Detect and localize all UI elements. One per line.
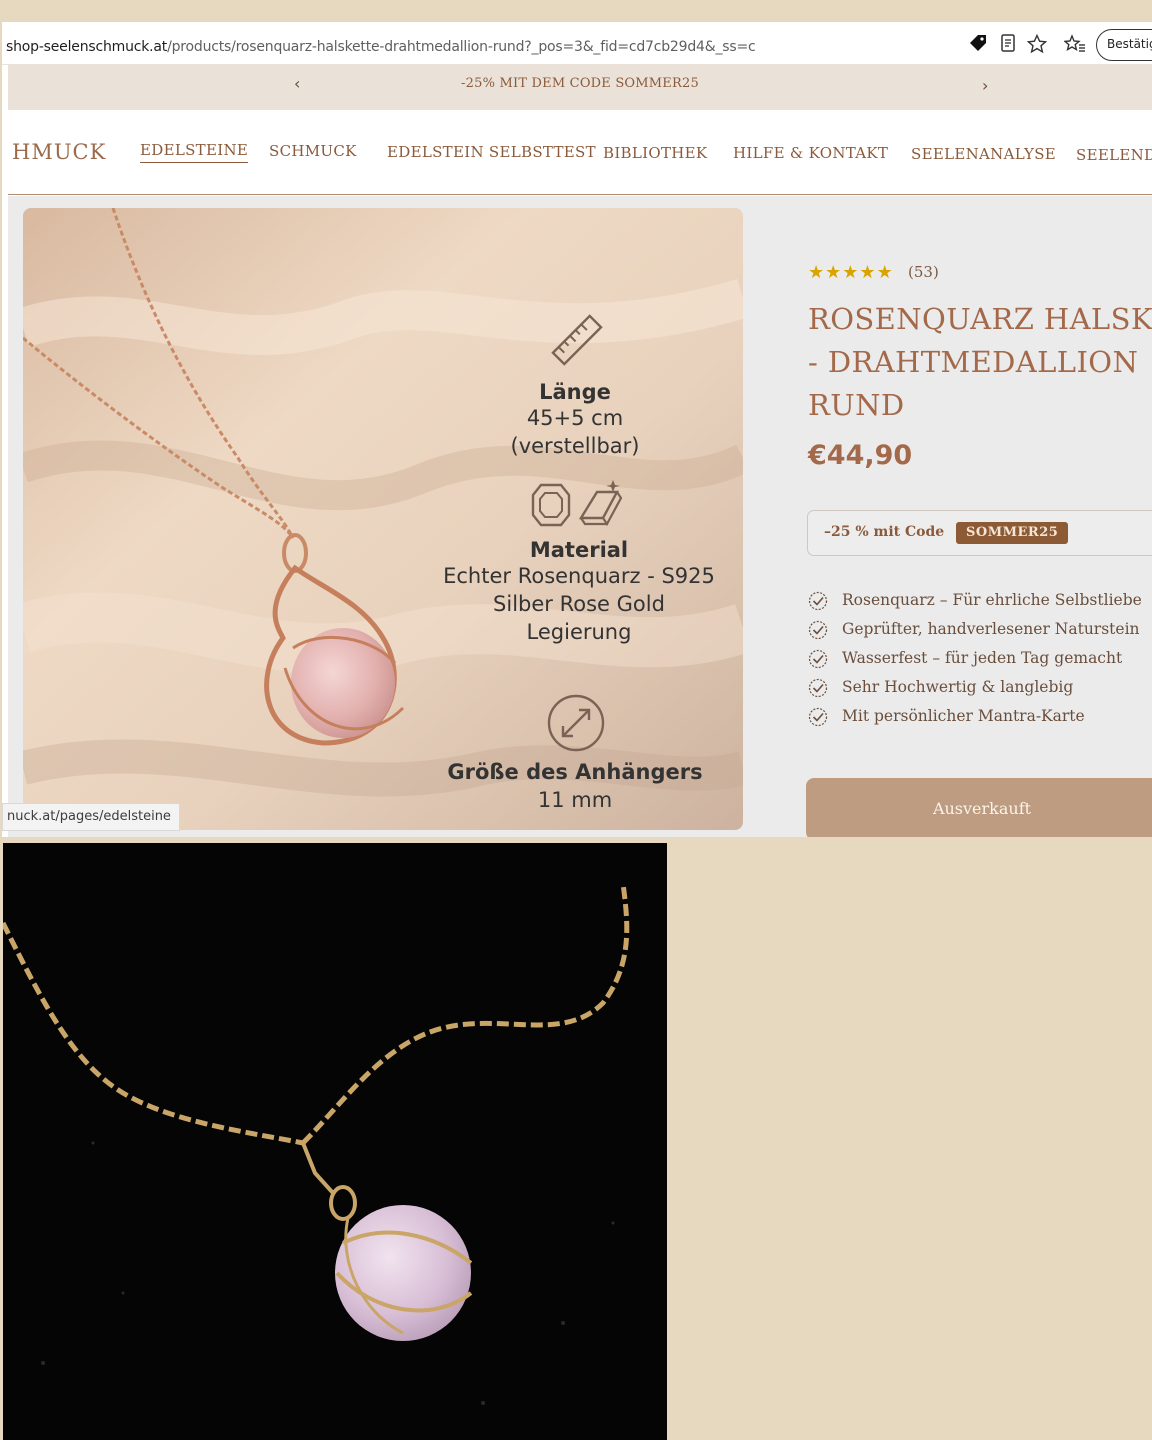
nav-item-edelstein-selbsttest[interactable]: EDELSTEIN SELBSTTEST <box>387 143 596 161</box>
coupon-text: –25 % mit Code <box>824 524 945 540</box>
url-path: /products/rosenquarz-halskette-drahtmeda… <box>167 39 756 55</box>
product-price: €44,90 <box>808 440 913 471</box>
coupon-code-badge[interactable]: SOMMER25 <box>956 522 1069 544</box>
promo-text: -25% MIT DEM CODE SOMMER25 <box>461 76 699 91</box>
ruler-icon <box>551 314 603 366</box>
necklace-closeup-image <box>3 843 667 1440</box>
benefit-text: Mit persönlicher Mantra-Karte <box>842 707 1085 725</box>
nav-item-hilfe-kontakt[interactable]: HILFE & KONTAKT <box>733 144 888 162</box>
product-title-line-3: RUND <box>808 388 905 422</box>
url-field[interactable]: shop-seelenschmuck.at/products/rosenquar… <box>2 26 1052 58</box>
coupon-box: –25 % mit Code SOMMER25 <box>807 510 1152 556</box>
product-image[interactable]: Länge 45+5 cm (verstellbar) Material Ech… <box>23 208 743 830</box>
nav-item-schmuck[interactable]: SCHMUCK <box>269 142 357 160</box>
check-circle-icon <box>808 649 828 669</box>
check-circle-icon <box>808 620 828 640</box>
url-text[interactable]: shop-seelenschmuck.at/products/rosenquar… <box>6 39 756 55</box>
promo-bar: ‹ -25% MIT DEM CODE SOMMER25 › <box>8 64 1152 110</box>
length-value: 45+5 cm <box>526 406 624 430</box>
nav-item-edelsteine[interactable]: EDELSTEINE <box>140 141 249 163</box>
status-url-tooltip: nuck.at/pages/edelsteine <box>2 803 180 831</box>
url-domain: shop-seelenschmuck.at <box>6 39 168 55</box>
material-title: Material <box>529 538 629 562</box>
size-title: Größe des Anhängers <box>447 760 703 784</box>
size-value: 11 mm <box>537 788 613 812</box>
material-line-1: Echter Rosenquarz - S925 <box>443 564 715 588</box>
browser-address-bar: shop-seelenschmuck.at/products/rosenquar… <box>2 22 1152 65</box>
length-feature: Länge 45+5 cm (verstellbar) <box>425 380 725 460</box>
product-title: ROSENQUARZ HALSKE - DRAHTMEDALLION RUND <box>808 298 1152 427</box>
sold-out-button[interactable]: Ausverkauft <box>806 778 1152 837</box>
favorites-icon[interactable] <box>1063 34 1085 54</box>
product-content: Länge 45+5 cm (verstellbar) Material Ech… <box>8 196 1152 837</box>
check-circle-icon <box>808 707 828 727</box>
gem-icon <box>531 483 571 527</box>
length-title: Länge <box>539 380 611 404</box>
product-page-screenshot: shop-seelenschmuck.at/products/rosenquar… <box>2 22 1152 837</box>
benefit-text: Wasserfest – für jeden Tag gemacht <box>842 649 1123 667</box>
nav-item-seelenanalyse[interactable]: SEELENANALYSE <box>911 145 1056 163</box>
material-feature: Material Echter Rosenquarz - S925 Silber… <box>419 538 739 646</box>
material-line-2: Silber Rose Gold <box>493 592 665 616</box>
nav-item-seelendu[interactable]: SEELENDU <box>1076 146 1152 164</box>
star-icon: ★ <box>876 262 893 283</box>
benefit-text: Geprüfter, handverlesener Naturstein <box>842 620 1140 638</box>
brand-logo[interactable]: HMUCK <box>12 140 106 164</box>
benefit-text: Rosenquarz – Für ehrliche Selbstliebe <box>842 591 1142 609</box>
rating-count: (53) <box>908 263 939 281</box>
gold-bar-icon <box>578 480 623 527</box>
size-feature: Größe des Anhängers 11 mm <box>425 760 725 814</box>
check-circle-icon <box>808 591 828 611</box>
product-title-line-1: ROSENQUARZ HALSKE <box>808 302 1152 336</box>
necklace-closeup-photo <box>3 843 667 1440</box>
star-icon: ★ <box>808 262 825 283</box>
product-title-line-2: - DRAHTMEDALLION <box>808 345 1139 379</box>
star-icon: ★ <box>842 262 859 283</box>
necklace-photo <box>23 208 743 830</box>
main-navigation: HMUCK EDELSTEINE SCHMUCK EDELSTEIN SELBS… <box>8 110 1152 195</box>
confirm-button[interactable]: Bestätig <box>1096 29 1152 61</box>
reader-mode-icon[interactable] <box>998 34 1018 54</box>
material-line-3: Legierung <box>526 620 632 644</box>
tag-icon[interactable] <box>968 34 988 54</box>
bookmark-star-icon[interactable] <box>1026 33 1048 54</box>
benefit-text: Sehr Hochwertig & langlebig <box>842 678 1074 696</box>
nav-item-bibliothek[interactable]: BIBLIOTHEK <box>603 144 707 162</box>
length-note: (verstellbar) <box>510 434 640 458</box>
check-circle-icon <box>808 678 828 698</box>
resize-arrows-icon <box>547 694 605 752</box>
star-icon: ★ <box>859 262 876 283</box>
product-rating[interactable]: ★★★★★ (53) <box>808 262 939 284</box>
promo-next-arrow[interactable]: › <box>982 76 988 95</box>
star-icon: ★ <box>825 262 842 283</box>
